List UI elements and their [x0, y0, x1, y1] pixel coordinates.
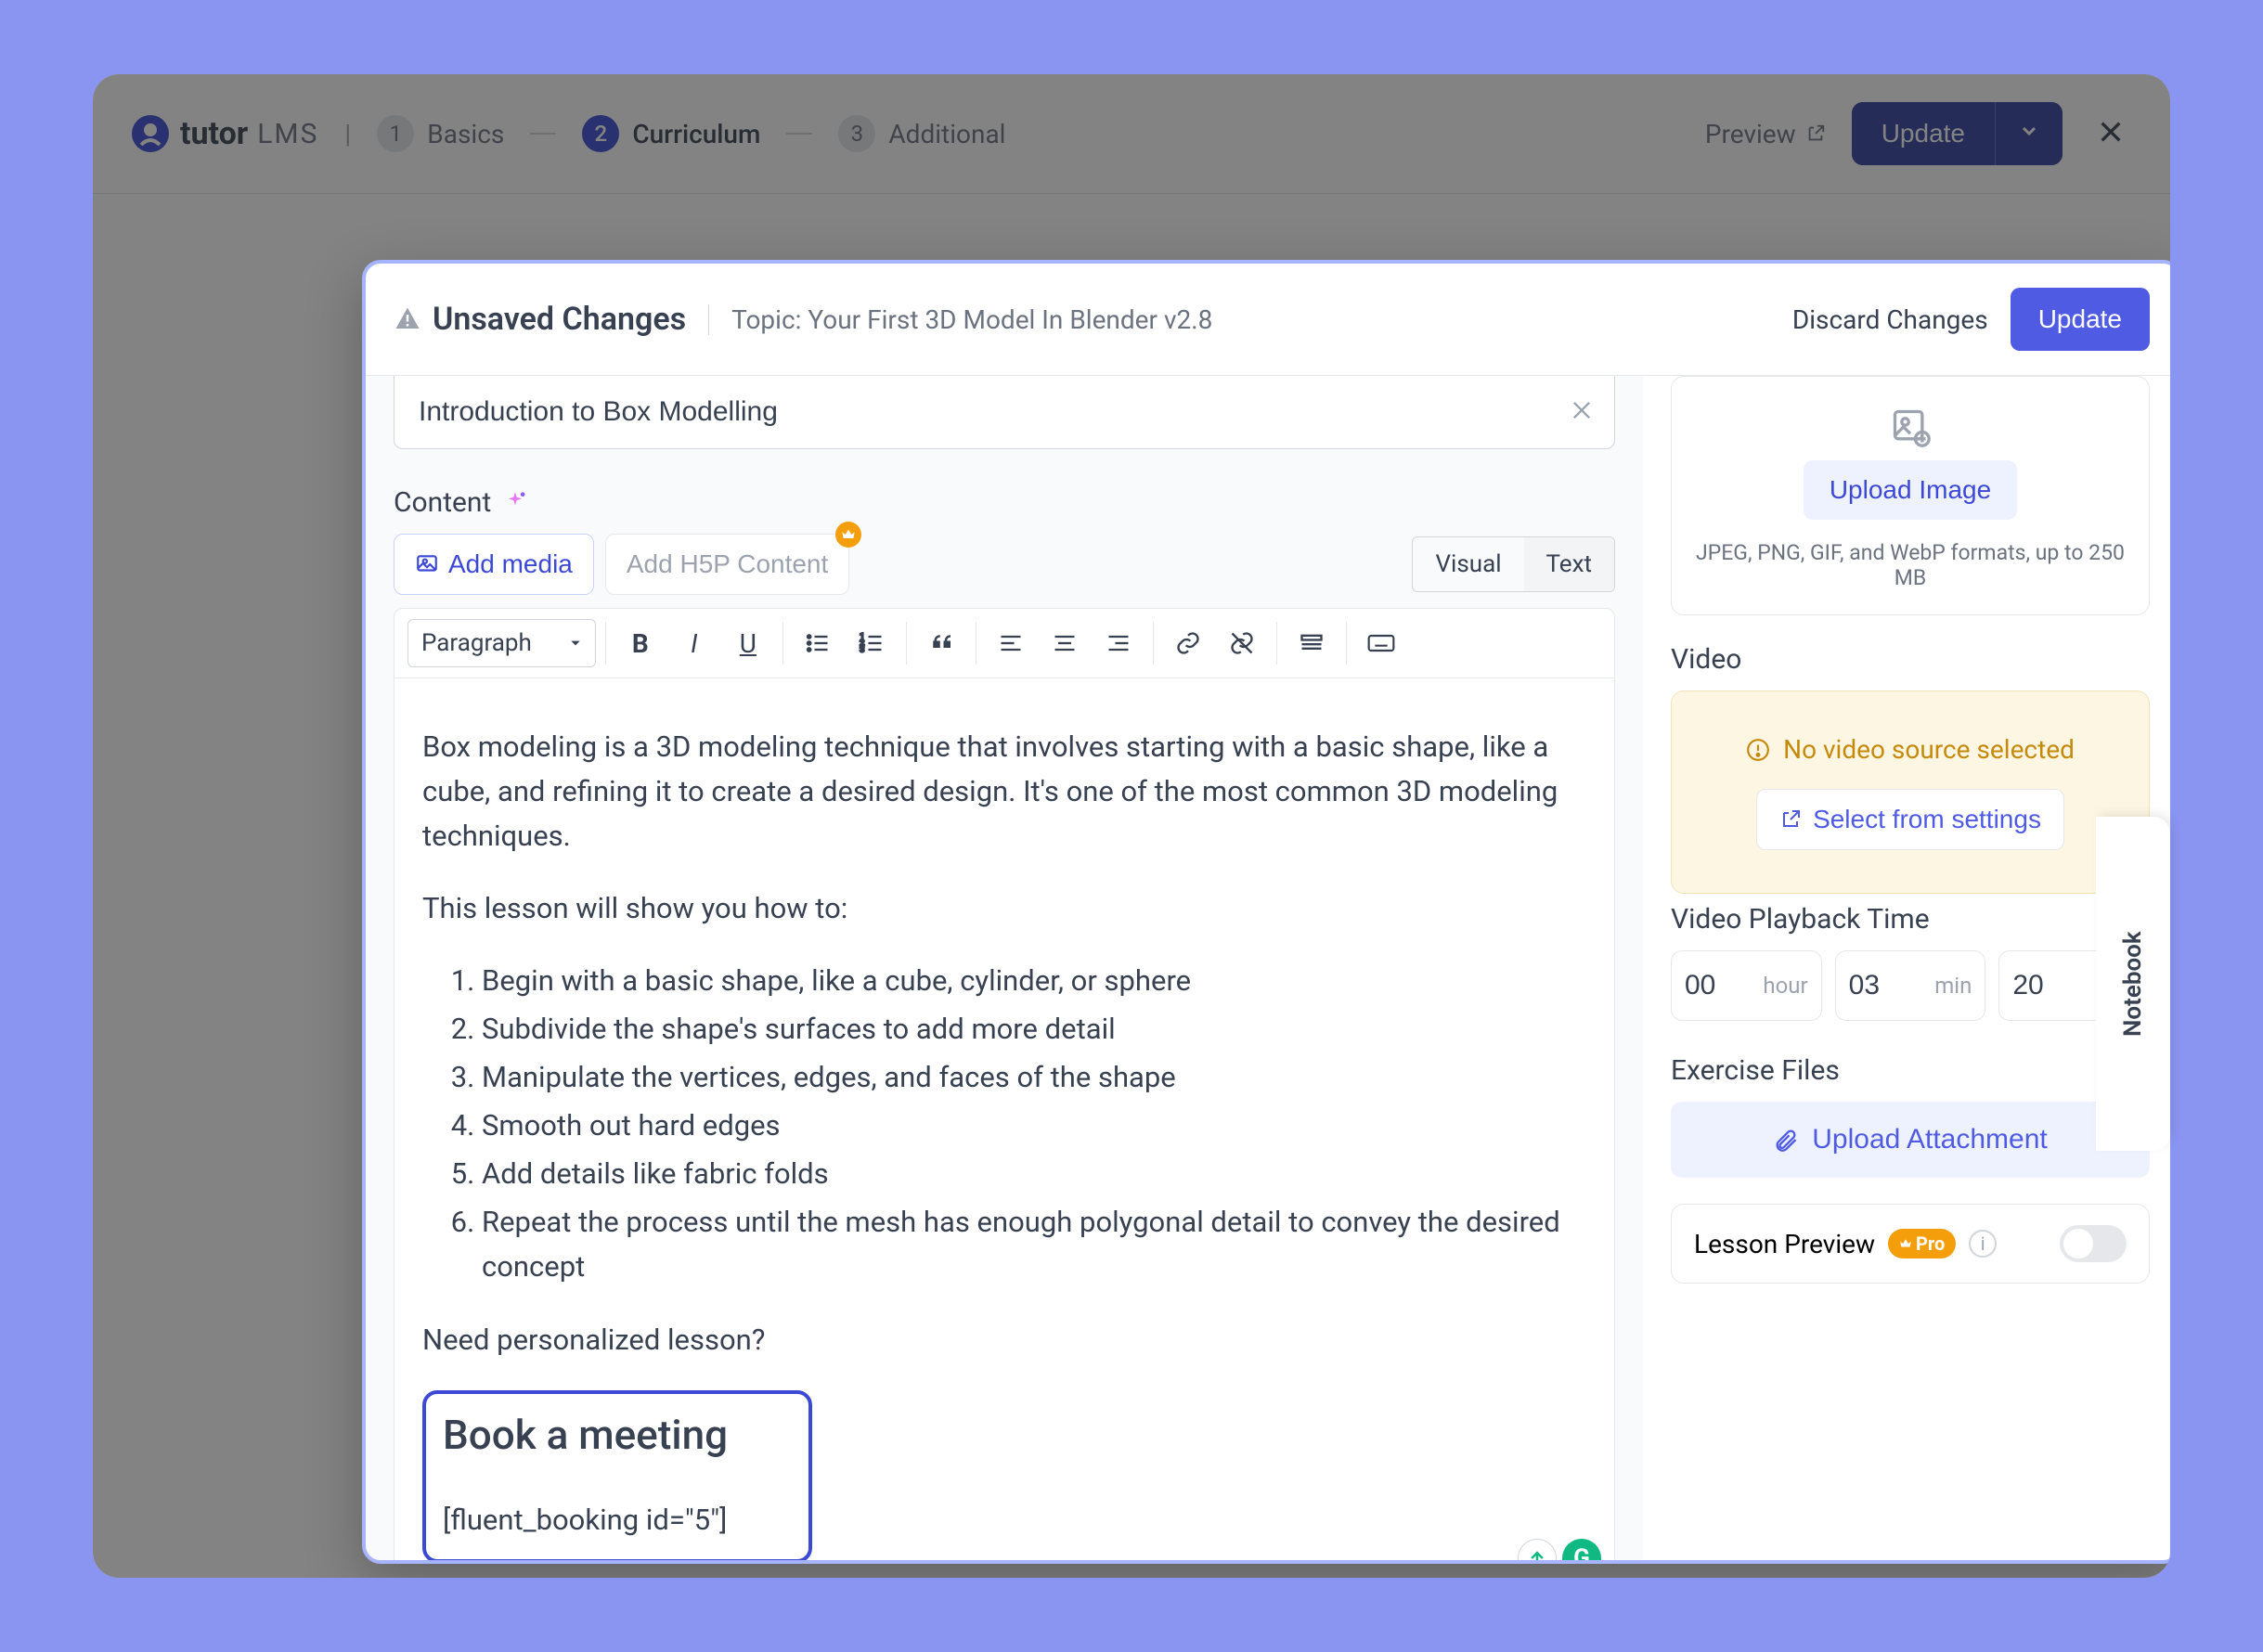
link-icon[interactable] [1163, 618, 1213, 668]
no-video-message: No video source selected [1690, 734, 2130, 765]
lesson-title-input[interactable] [394, 376, 1615, 449]
playback-time-row: hour min sec [1671, 950, 2150, 1021]
tab-text[interactable]: Text [1524, 537, 1614, 591]
lesson-preview-card: Lesson Preview Pro i [1671, 1204, 2150, 1284]
content-paragraph: Box modeling is a 3D modeling technique … [422, 725, 1586, 858]
modal-update-button[interactable]: Update [2011, 288, 2150, 351]
add-h5p-button[interactable]: Add H5P Content [605, 534, 849, 595]
app-window: tutor LMS | 1 Basics 2 Curriculum 3 Addi… [93, 74, 2170, 1578]
discard-button[interactable]: Discard Changes [1792, 304, 1988, 335]
list-item: Repeat the process until the mesh has en… [482, 1200, 1586, 1289]
topic-label: Topic: Your First 3D Model In Blender v2… [708, 304, 1212, 335]
video-card: No video source selected Select from set… [1671, 690, 2150, 894]
grammarly-badges: G [1518, 1539, 1601, 1560]
ul-icon[interactable] [793, 618, 843, 668]
clear-title-icon[interactable] [1569, 394, 1595, 432]
modal-header: Unsaved Changes Topic: Your First 3D Mod… [366, 264, 2170, 376]
exercise-files-label: Exercise Files [1671, 1054, 2150, 1087]
editor-toolbar: Paragraph B I U 123 [394, 609, 1614, 678]
upload-image-button[interactable]: Upload Image [1804, 460, 2017, 520]
bold-icon[interactable]: B [615, 618, 666, 668]
lesson-preview-label: Lesson Preview [1694, 1229, 1875, 1259]
hour-input[interactable] [1685, 970, 1729, 1001]
warning-icon [394, 305, 421, 333]
quote-icon[interactable] [916, 618, 966, 668]
sec-input[interactable] [2012, 970, 2057, 1001]
lesson-modal: Unsaved Changes Topic: Your First 3D Mod… [362, 260, 2170, 1564]
add-media-button[interactable]: Add media [394, 534, 594, 595]
svg-text:3: 3 [860, 644, 864, 654]
paragraph-dropdown[interactable]: Paragraph [407, 619, 596, 667]
image-upload-icon [1690, 407, 2130, 447]
ol-icon[interactable]: 123 [847, 618, 897, 668]
unlink-icon[interactable] [1217, 618, 1267, 668]
crown-badge-icon [835, 522, 861, 548]
align-right-icon[interactable] [1093, 618, 1144, 668]
booking-heading: Book a meeting [443, 1403, 792, 1466]
video-section-label: Video [1671, 643, 2150, 676]
ai-sparkle-icon[interactable] [502, 490, 528, 516]
editor-card: Paragraph B I U 123 [394, 608, 1615, 1560]
list-item: Begin with a basic shape, like a cube, c… [482, 959, 1586, 1003]
notebook-tab[interactable]: Notebook [2096, 817, 2170, 1151]
list-item: Manipulate the vertices, edges, and face… [482, 1055, 1586, 1100]
underline-icon[interactable]: U [723, 618, 773, 668]
upload-attachment-button[interactable]: Upload Attachment [1671, 1102, 2150, 1178]
min-input[interactable] [1849, 970, 1894, 1001]
content-paragraph: Need personalized lesson? [422, 1318, 1586, 1362]
content-list: Begin with a basic shape, like a cube, c… [422, 959, 1586, 1289]
pro-badge: Pro [1888, 1229, 1956, 1258]
align-center-icon[interactable] [1040, 618, 1090, 668]
lesson-preview-toggle[interactable] [2060, 1225, 2127, 1262]
editor-mode-tabs: Visual Text [1412, 536, 1615, 592]
booking-block: Book a meeting [fluent_booking id="5"] [422, 1390, 812, 1560]
grammarly-add-icon[interactable] [1518, 1539, 1557, 1560]
booking-shortcode: [fluent_booking id="5"] [443, 1498, 792, 1542]
featured-image-card: Upload Image JPEG, PNG, GIF, and WebP fo… [1671, 376, 2150, 615]
align-left-icon[interactable] [986, 618, 1036, 668]
unsaved-indicator: Unsaved Changes [394, 301, 686, 338]
more-icon[interactable] [1287, 618, 1337, 668]
content-label: Content [394, 486, 491, 519]
select-from-settings-button[interactable]: Select from settings [1756, 789, 2064, 850]
content-paragraph: This lesson will show you how to: [422, 886, 1586, 931]
grammarly-icon[interactable]: G [1562, 1539, 1601, 1560]
tab-visual[interactable]: Visual [1413, 537, 1523, 591]
image-format-note: JPEG, PNG, GIF, and WebP formats, up to … [1690, 540, 2130, 590]
side-column: Upload Image JPEG, PNG, GIF, and WebP fo… [1643, 376, 2170, 1560]
playback-time-label: Video Playback Time [1671, 903, 2150, 936]
list-item: Subdivide the shape's surfaces to add mo… [482, 1007, 1586, 1052]
hour-input-box: hour [1671, 950, 1822, 1021]
info-icon[interactable]: i [1969, 1230, 1997, 1258]
min-input-box: min [1835, 950, 1986, 1021]
editor-content[interactable]: Box modeling is a 3D modeling technique … [394, 678, 1614, 1560]
keyboard-icon[interactable] [1356, 618, 1406, 668]
italic-icon[interactable]: I [669, 618, 719, 668]
main-column: Content Add media Add H5P Content [366, 376, 1643, 1560]
list-item: Smooth out hard edges [482, 1103, 1586, 1148]
list-item: Add details like fabric folds [482, 1152, 1586, 1196]
